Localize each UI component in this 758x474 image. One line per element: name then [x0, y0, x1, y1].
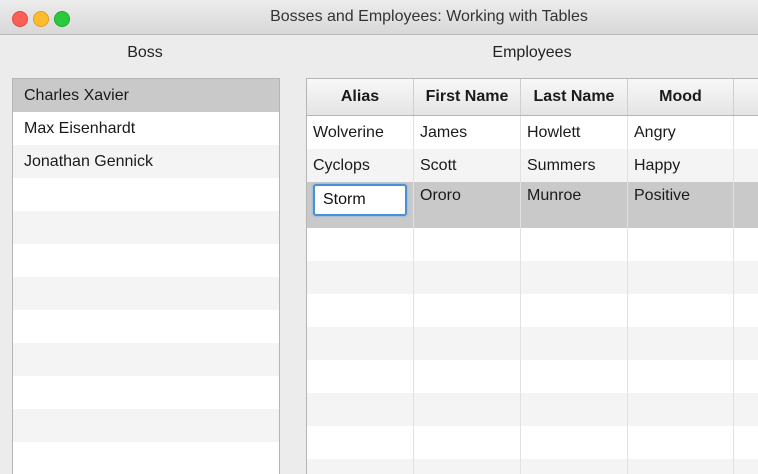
- empty-list-row: [13, 409, 279, 442]
- empty-table-row: [307, 294, 758, 327]
- empty-table-row: [307, 426, 758, 459]
- boss-list-item[interactable]: Charles Xavier: [13, 79, 279, 112]
- boss-list[interactable]: Charles Xavier Max Eisenhardt Jonathan G…: [12, 78, 280, 474]
- last-name-cell[interactable]: Howlett: [521, 116, 628, 149]
- empty-list-row: [13, 376, 279, 409]
- empty-list-row: [13, 442, 279, 474]
- alias-cell-editing[interactable]: [307, 182, 414, 228]
- close-window-button[interactable]: [12, 11, 28, 27]
- mood-cell[interactable]: Angry: [628, 116, 734, 149]
- filler-cell: [734, 116, 758, 149]
- empty-list-row: [13, 178, 279, 211]
- last-name-cell[interactable]: Munroe: [521, 182, 628, 228]
- table-row-selected[interactable]: Ororo Munroe Positive: [307, 182, 758, 228]
- table-row[interactable]: Wolverine James Howlett Angry: [307, 116, 758, 149]
- column-header-alias[interactable]: Alias: [307, 79, 414, 115]
- column-header-filler: [734, 79, 758, 115]
- empty-table-row: [307, 393, 758, 426]
- mood-cell[interactable]: Happy: [628, 149, 734, 182]
- column-header-mood[interactable]: Mood: [628, 79, 734, 115]
- boss-list-item[interactable]: Max Eisenhardt: [13, 112, 279, 145]
- mood-cell[interactable]: Positive: [628, 182, 734, 228]
- filler-cell: [734, 182, 758, 228]
- empty-list-row: [13, 310, 279, 343]
- empty-table-row: [307, 459, 758, 474]
- empty-list-row: [13, 211, 279, 244]
- table-header: Alias First Name Last Name Mood: [307, 79, 758, 116]
- last-name-cell[interactable]: Summers: [521, 149, 628, 182]
- empty-table-row: [307, 261, 758, 294]
- empty-list-row: [13, 244, 279, 277]
- empty-table-row: [307, 360, 758, 393]
- column-header-first-name[interactable]: First Name: [414, 79, 521, 115]
- alias-cell[interactable]: Wolverine: [307, 116, 414, 149]
- filler-cell: [734, 149, 758, 182]
- alias-edit-input[interactable]: [313, 184, 407, 216]
- window-title: Bosses and Employees: Working with Table…: [270, 8, 588, 25]
- table-row[interactable]: Cyclops Scott Summers Happy: [307, 149, 758, 182]
- column-header-last-name[interactable]: Last Name: [521, 79, 628, 115]
- boss-section-label: Boss: [127, 44, 163, 61]
- empty-table-row: [307, 327, 758, 360]
- title-bar: Bosses and Employees: Working with Table…: [0, 0, 758, 35]
- employees-table[interactable]: Alias First Name Last Name Mood Wolverin…: [306, 78, 758, 474]
- maximize-window-button[interactable]: [54, 11, 70, 27]
- employees-section-label: Employees: [492, 44, 572, 61]
- first-name-cell[interactable]: Scott: [414, 149, 521, 182]
- first-name-cell[interactable]: Ororo: [414, 182, 521, 228]
- empty-list-row: [13, 277, 279, 310]
- boss-list-item[interactable]: Jonathan Gennick: [13, 145, 279, 178]
- empty-table-row: [307, 228, 758, 261]
- first-name-cell[interactable]: James: [414, 116, 521, 149]
- empty-list-row: [13, 343, 279, 376]
- alias-cell[interactable]: Cyclops: [307, 149, 414, 182]
- minimize-window-button[interactable]: [33, 11, 49, 27]
